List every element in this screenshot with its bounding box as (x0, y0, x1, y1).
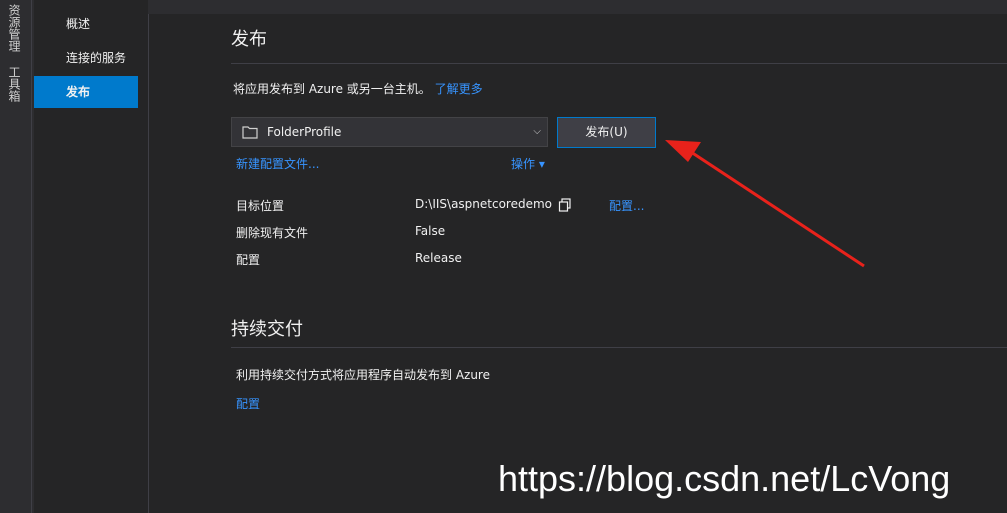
delete-existing-label: 删除现有文件 (236, 226, 309, 240)
publish-heading: 发布 (231, 29, 267, 50)
divider (231, 347, 1007, 348)
divider (231, 63, 1007, 64)
continuous-delivery-description: 利用持续交付方式将应用程序自动发布到 Azure (236, 368, 490, 382)
publish-description: 将应用发布到 Azure 或另一台主机。 了解更多 (233, 80, 483, 97)
tab-solution-explorer[interactable]: 资源管理器 (2, 4, 26, 60)
new-profile-link[interactable]: 新建配置文件... (236, 155, 319, 172)
continuous-delivery-configure-link[interactable]: 配置 (236, 395, 260, 412)
actions-dropdown[interactable]: 操作 ▾ (511, 155, 545, 172)
side-tool-strip: 资源管理器 工具箱 (0, 0, 32, 513)
publish-page: 发布 将应用发布到 Azure 或另一台主机。 了解更多 FolderProfi… (149, 14, 1007, 513)
watermark: https://blog.csdn.net/LcVong (498, 458, 951, 499)
folder-icon (242, 126, 258, 139)
tab-toolbox[interactable]: 工具箱 (2, 66, 26, 106)
nav-item-connected-services[interactable]: 连接的服务 (34, 42, 138, 74)
configuration-label: 配置 (236, 253, 261, 267)
nav-item-overview[interactable]: 概述 (34, 8, 138, 40)
chevron-down-icon: ⌵ (533, 126, 541, 137)
profile-name: FolderProfile (267, 125, 342, 139)
configure-link[interactable]: 配置... (609, 197, 644, 214)
publish-button[interactable]: 发布(U) (557, 117, 656, 148)
target-location-label: 目标位置 (236, 199, 285, 213)
copy-icon[interactable] (558, 198, 572, 212)
nav-item-publish[interactable]: 发布 (34, 76, 138, 108)
configuration-value: Release (415, 251, 462, 265)
publish-description-text: 将应用发布到 Azure 或另一台主机。 (233, 82, 431, 96)
project-nav: 概述 连接的服务 发布 (34, 0, 148, 513)
actions-label: 操作 (511, 157, 536, 171)
profile-select[interactable]: FolderProfile ⌵ (231, 117, 548, 147)
delete-existing-value: False (415, 224, 446, 238)
continuous-delivery-heading: 持续交付 (231, 319, 303, 340)
learn-more-link[interactable]: 了解更多 (435, 82, 483, 96)
caret-down-icon: ▾ (535, 157, 545, 171)
target-location-value: D:\IIS\aspnetcoredemo (415, 197, 553, 211)
